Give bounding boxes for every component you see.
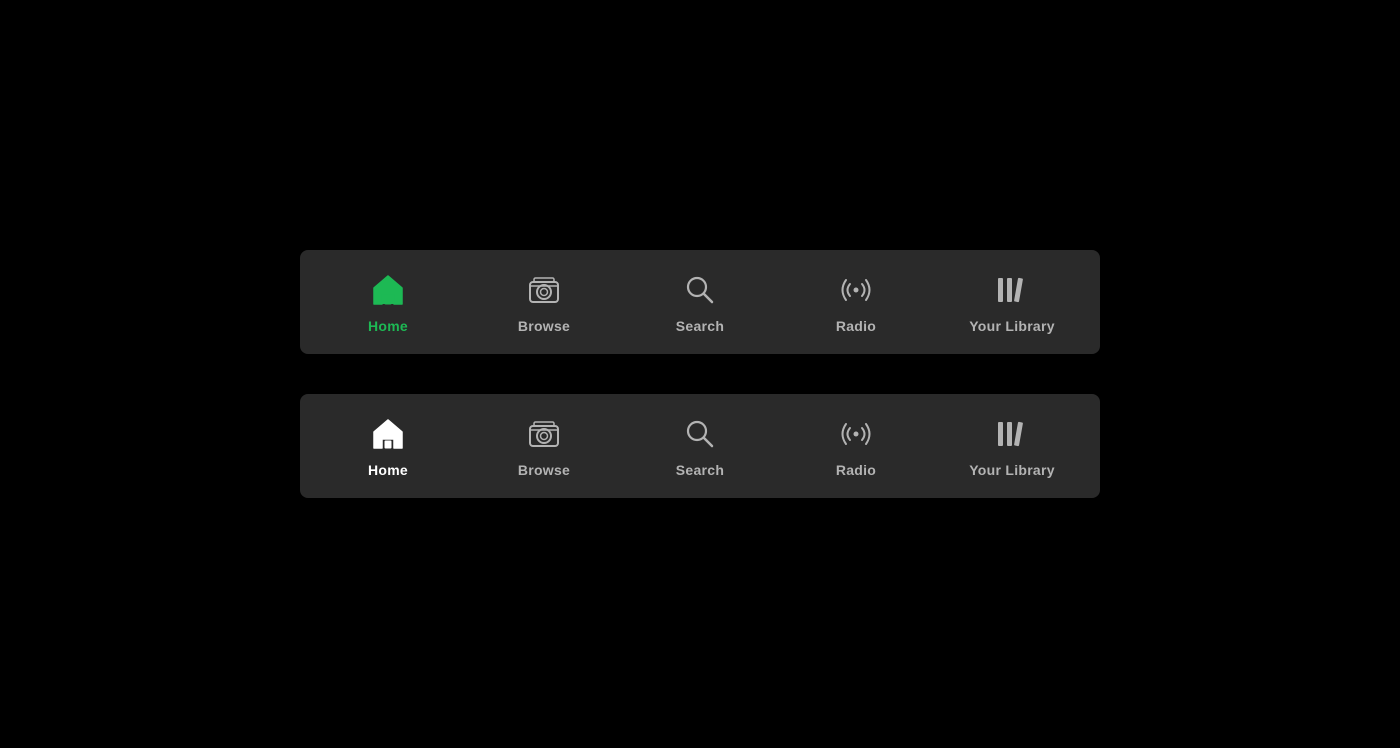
nav-bar-bottom: Home Browse Search [300,394,1100,498]
library-icon-wrap-bottom [992,414,1032,454]
search-label-bottom: Search [676,462,724,478]
nav-item-library-top[interactable]: Your Library [947,270,1077,334]
radio-label-bottom: Radio [836,462,876,478]
browse-label-bottom: Browse [518,462,570,478]
home-label-top: Home [368,318,408,334]
radio-label-top: Radio [836,318,876,334]
nav-item-search-top[interactable]: Search [635,270,765,334]
home-icon-wrap [368,270,408,310]
search-icon-wrap-bottom [680,414,720,454]
search-icon-bottom [682,416,718,452]
radio-icon-top [837,271,875,309]
nav-item-browse-top[interactable]: Browse [479,270,609,334]
library-label-bottom: Your Library [969,462,1055,478]
home-label-bottom: Home [368,462,408,478]
nav-item-radio-top[interactable]: Radio [791,270,921,334]
browse-label-top: Browse [518,318,570,334]
browse-icon-bottom [526,416,562,452]
library-icon-bottom [994,416,1030,452]
nav-bar-top: Home Browse Sear [300,250,1100,354]
nav-item-home-top[interactable]: Home [323,270,453,334]
radio-icon-bottom [837,415,875,453]
radio-icon-wrap-bottom [836,414,876,454]
home-icon-wrap-bottom [368,414,408,454]
radio-icon-wrap-top [836,270,876,310]
search-icon-wrap-top [680,270,720,310]
nav-item-library-bottom[interactable]: Your Library [947,414,1077,478]
browse-icon [526,272,562,308]
nav-item-search-bottom[interactable]: Search [635,414,765,478]
browse-icon-wrap [524,270,564,310]
search-label-top: Search [676,318,724,334]
library-icon-wrap-top [992,270,1032,310]
library-icon-top [994,272,1030,308]
home-icon [369,271,407,309]
nav-item-radio-bottom[interactable]: Radio [791,414,921,478]
nav-item-browse-bottom[interactable]: Browse [479,414,609,478]
nav-item-home-bottom[interactable]: Home [323,414,453,478]
search-icon-top [682,272,718,308]
library-label-top: Your Library [969,318,1055,334]
browse-icon-wrap-bottom [524,414,564,454]
home-icon-bottom [369,415,407,453]
